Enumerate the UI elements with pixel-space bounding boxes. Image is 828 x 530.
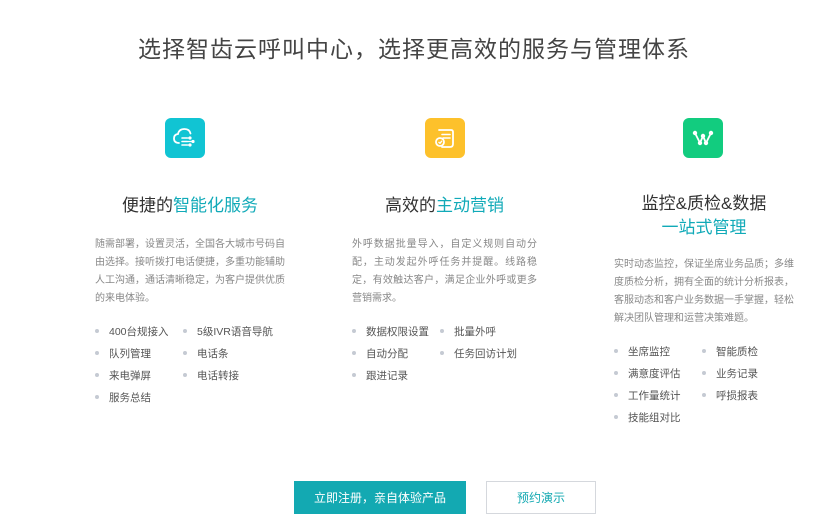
feature-item: 业务记录 [702, 364, 802, 382]
bullet-icon [702, 393, 706, 397]
bullet-icon [183, 373, 187, 377]
feature-item: 来电弹屏 [95, 366, 183, 384]
feature-column-smart-service: 便捷的智能化服务 随需部署，设置灵活，全国各大城市号码自由选择。接听拨打电话便捷… [95, 118, 285, 406]
bullet-icon [614, 371, 618, 375]
feature-item: 技能组对比 [614, 408, 702, 426]
book-demo-button[interactable]: 预约演示 [486, 481, 596, 514]
feature-item: 队列管理 [95, 344, 183, 362]
column-title: 高效的主动营销 [385, 196, 504, 215]
bullet-icon [440, 351, 444, 355]
feature-list: 坐席监控 智能质检 满意度评估 业务记录 工作量统计 呼损报表 技能组对比 [614, 342, 794, 426]
bullet-icon [183, 329, 187, 333]
feature-item: 满意度评估 [614, 364, 702, 382]
column-title: 便捷的智能化服务 [122, 196, 258, 215]
column-description: 随需部署，设置灵活，全国各大城市号码自由选择。接听拨打电话便捷，多重功能辅助人工… [95, 239, 285, 304]
feature-item: 坐席监控 [614, 342, 702, 360]
feature-item: 跟进记录 [352, 366, 440, 384]
bullet-icon [352, 329, 356, 333]
feature-item: 数据权限设置 [352, 322, 440, 340]
column-title: 监控&质检&数据 一站式管理 [614, 192, 794, 240]
column-title-highlight: 一站式管理 [661, 218, 747, 237]
feature-column-monitoring: 监控&质检&数据 一站式管理 实时动态监控，保证坐席业务品质；多维度质检分析，拥… [614, 118, 794, 426]
bullet-icon [614, 349, 618, 353]
bullet-icon [95, 329, 99, 333]
monitor-graph-icon [683, 118, 723, 158]
bullet-icon [702, 371, 706, 375]
column-description: 实时动态监控，保证坐席业务品质；多维度质检分析，拥有全面的统计分析报表，客服动态… [614, 259, 794, 324]
feature-list: 400台规接入 5级IVR语音导航 队列管理 电话条 来电弹屏 电话转接 服务总… [95, 322, 285, 406]
cloud-connect-icon [165, 118, 205, 158]
feature-item: 工作量统计 [614, 386, 702, 404]
feature-item: 电话转接 [183, 366, 283, 384]
feature-item: 400台规接入 [95, 322, 183, 340]
column-description: 外呼数据批量导入，自定义规则自动分配，主动发起外呼任务并提醒。线路稳定，有效触达… [352, 239, 537, 304]
bullet-icon [352, 351, 356, 355]
feature-item: 任务回访计划 [440, 344, 540, 362]
feature-list: 数据权限设置 批量外呼 自动分配 任务回访计划 跟进记录 [352, 322, 537, 384]
bullet-icon [614, 393, 618, 397]
feature-column-active-marketing: 高效的主动营销 外呼数据批量导入，自定义规则自动分配，主动发起外呼任务并提醒。线… [352, 118, 537, 384]
bullet-icon [95, 373, 99, 377]
column-title-highlight: 智能化服务 [173, 196, 258, 215]
feature-item: 服务总结 [95, 388, 183, 406]
bullet-icon [183, 351, 187, 355]
feature-item: 批量外呼 [440, 322, 540, 340]
feature-item: 电话条 [183, 344, 283, 362]
bullet-icon [95, 395, 99, 399]
register-trial-button[interactable]: 立即注册，亲自体验产品 [294, 481, 466, 514]
column-title-highlight: 主动营销 [436, 196, 504, 215]
page-headline: 选择智齿云呼叫中心，选择更高效的服务与管理体系 [138, 36, 690, 62]
bullet-icon [614, 415, 618, 419]
bullet-icon [95, 351, 99, 355]
bullet-icon [702, 349, 706, 353]
feature-item: 5级IVR语音导航 [183, 322, 283, 340]
feature-item: 自动分配 [352, 344, 440, 362]
feature-item: 智能质检 [702, 342, 802, 360]
feature-item: 呼损报表 [702, 386, 802, 404]
bullet-icon [352, 373, 356, 377]
bullet-icon [440, 329, 444, 333]
document-list-icon [425, 118, 465, 158]
